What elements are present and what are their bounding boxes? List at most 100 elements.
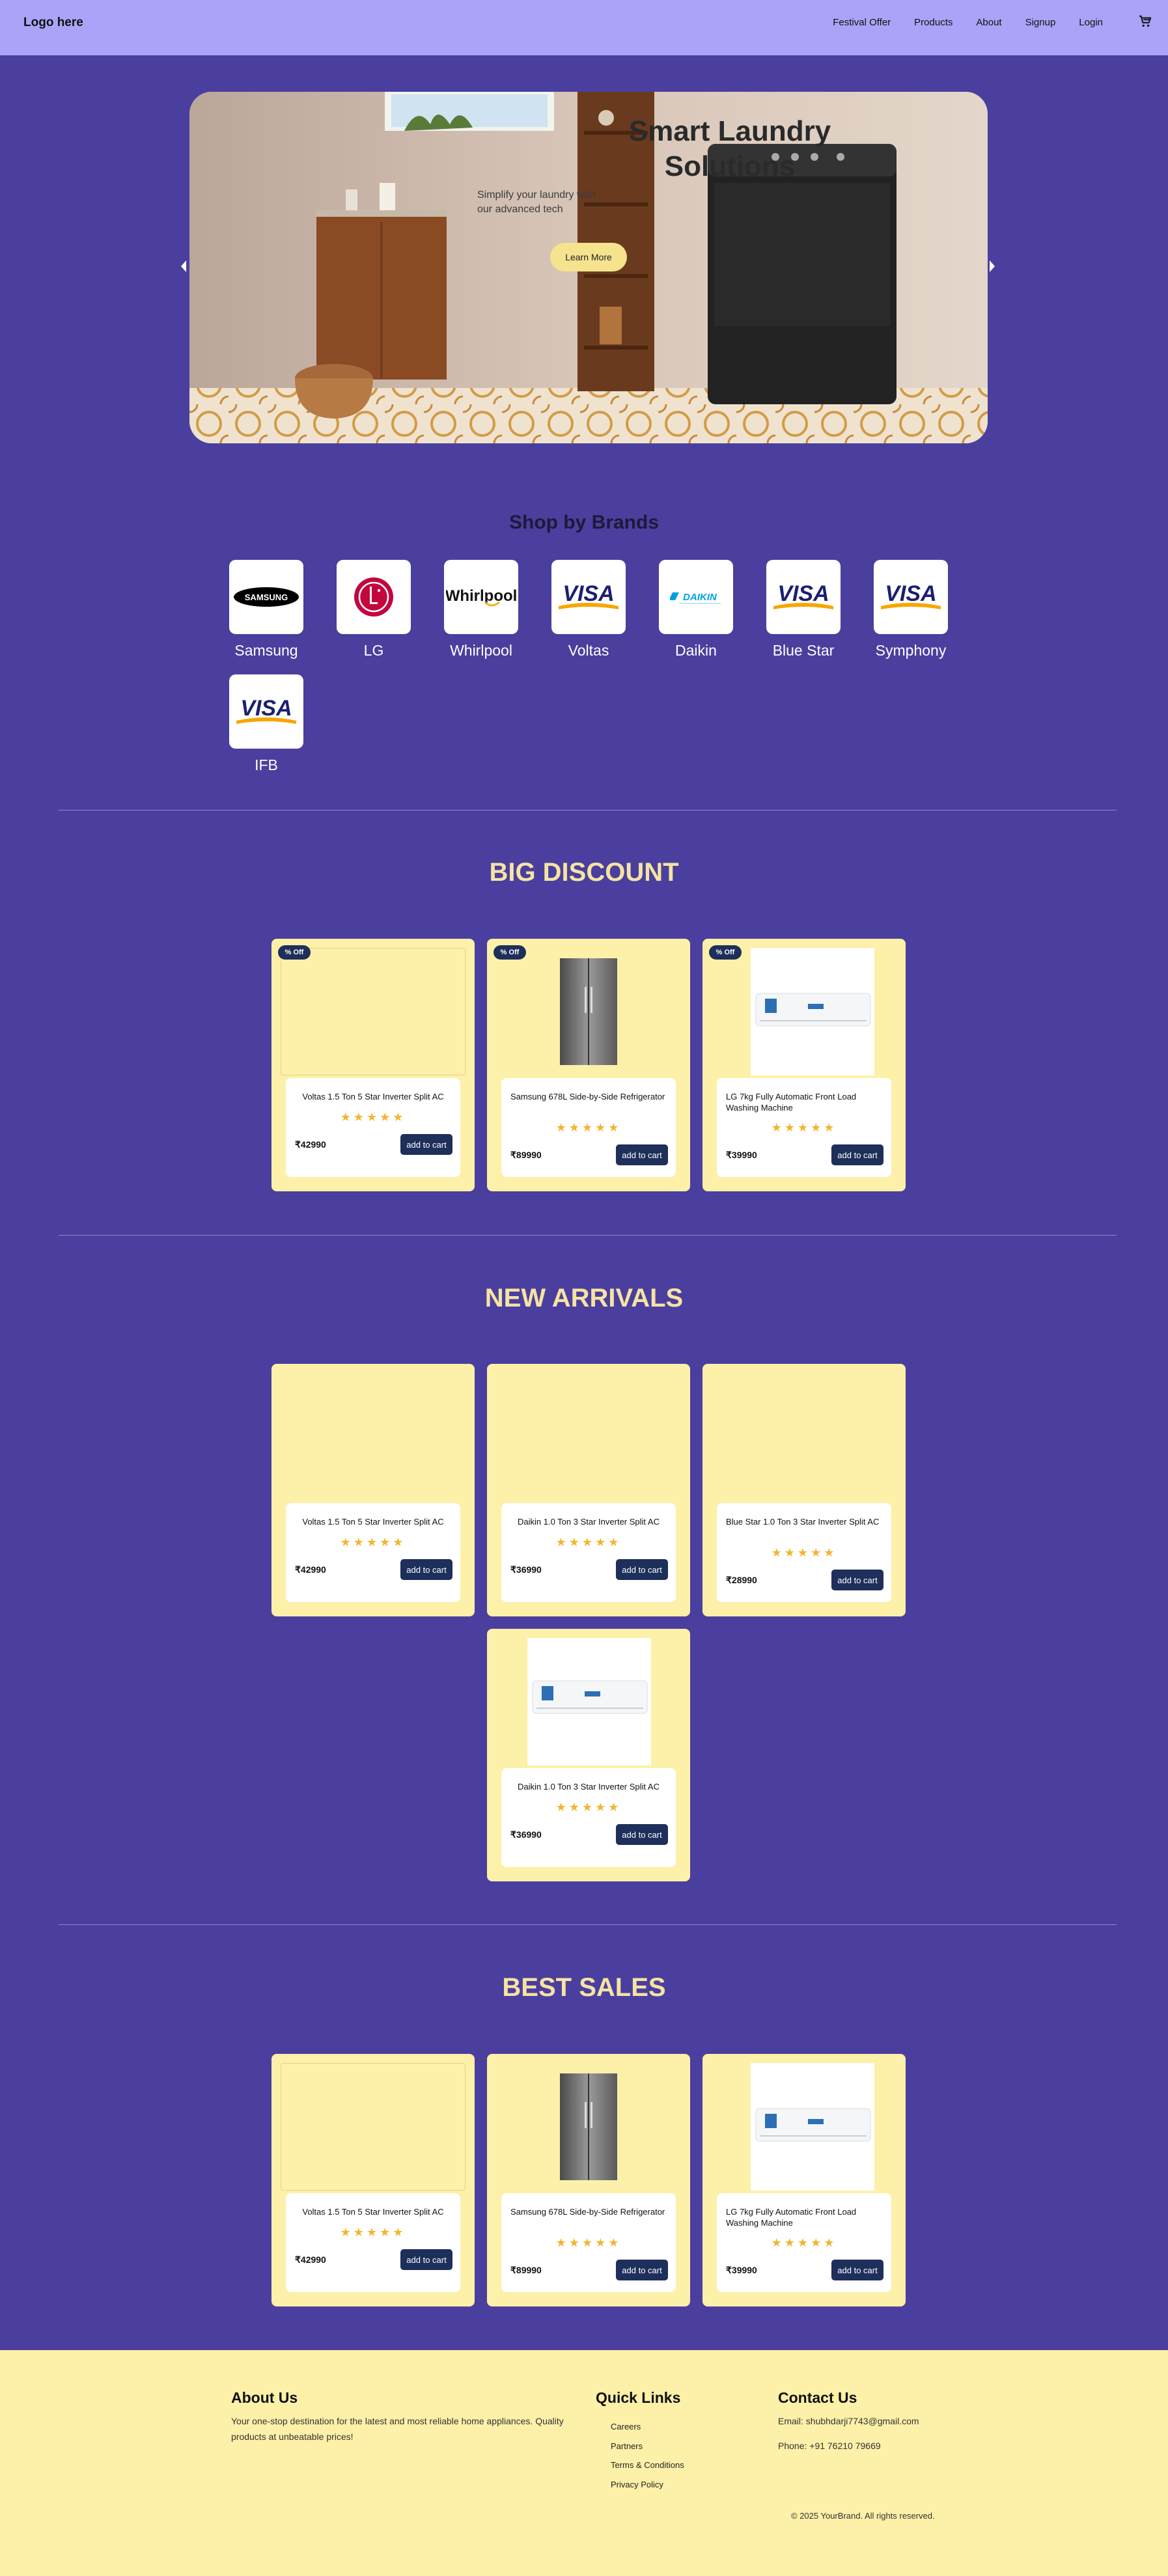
rating-stars-icon: ★★★★★ [340,1111,406,1124]
brand-logo-box: VISA [874,560,948,634]
add-to-cart-button[interactable]: add to cart [831,1144,883,1165]
contact-phone[interactable]: Phone: +91 76210 79669 [778,2438,881,2454]
product-card[interactable]: Daikin 1.0 Ton 3 Star Inverter Split AC … [487,1364,690,1616]
product-name[interactable]: Blue Star 1.0 Ton 3 Star Inverter Split … [726,1516,882,1527]
svg-text:VISA: VISA [777,581,829,606]
add-to-cart-button[interactable]: add to cart [831,1570,883,1590]
nav-about[interactable]: About [976,17,1001,28]
product-card[interactable]: % Off LG 7kg Fully Automatic Front Load … [702,939,906,1191]
air-conditioner-image [751,948,874,1075]
product-name[interactable]: Voltas 1.5 Ton 5 Star Inverter Split AC [295,1091,451,1102]
nav-signup[interactable]: Signup [1025,17,1056,28]
product-card[interactable]: Blue Star 1.0 Ton 3 Star Inverter Split … [702,1364,906,1616]
cart-icon[interactable] [1138,14,1152,29]
add-to-cart-button[interactable]: add to cart [831,2260,883,2280]
brand-ifb[interactable]: VISA IFB [229,674,303,774]
brand-logo-box: VISA [229,674,303,749]
brand-logo-box [337,560,411,634]
product-name[interactable]: Samsung 678L Side-by-Side Refrigerator [510,1091,667,1102]
add-to-cart-button[interactable]: add to cart [616,2260,668,2280]
brand-logo-box: VISA [551,560,626,634]
product-info: LG 7kg Fully Automatic Front Load Washin… [717,2193,891,2292]
quick-links-title: Quick Links [596,2389,681,2406]
footer-link-partners[interactable]: Partners [611,2441,643,2451]
brand-voltas[interactable]: VISA Voltas [551,560,626,659]
learn-more-button[interactable]: Learn More [550,243,627,271]
brand-name: LG [363,642,384,659]
svg-text:Whirlpool: Whirlpool [446,587,516,605]
product-name[interactable]: Samsung 678L Side-by-Side Refrigerator [510,2206,667,2217]
product-price: ₹42990 [295,2254,326,2265]
product-name[interactable]: Daikin 1.0 Ton 3 Star Inverter Split AC [510,1516,667,1527]
product-price: ₹28990 [726,1575,757,1585]
nav-links: Festival Offer Products About Signup Log… [809,17,1103,28]
product-info: Samsung 678L Side-by-Side Refrigerator ★… [501,2193,676,2292]
add-to-cart-button[interactable]: add to cart [616,1144,668,1165]
big-discount-title: BIG DISCOUNT [489,858,679,887]
product-image-placeholder [281,2063,466,2191]
add-to-cart-button[interactable]: add to cart [616,1559,668,1580]
brand-samsung[interactable]: SAMSUNG Samsung [229,560,303,659]
brand-name: Daikin [675,642,717,659]
product-name[interactable]: LG 7kg Fully Automatic Front Load Washin… [726,2206,882,2228]
product-card[interactable]: Voltas 1.5 Ton 5 Star Inverter Split AC … [271,1364,475,1616]
whirlpool-logo-icon: Whirlpool [446,587,516,607]
brand-name: IFB [255,756,278,773]
product-price: ₹42990 [295,1139,326,1150]
product-name[interactable]: Voltas 1.5 Ton 5 Star Inverter Split AC [295,2206,451,2217]
add-to-cart-button[interactable]: add to cart [400,1559,452,1580]
brand-blue-star[interactable]: VISA Blue Star [766,560,841,659]
rating-stars-icon: ★★★★★ [340,2226,406,2239]
visa-logo-icon: VISA [881,581,941,609]
footer-link-careers[interactable]: Careers [611,2422,641,2431]
product-card[interactable]: % Off Samsung 678L Side-by-Side Refriger… [487,939,690,1191]
footer-link-privacy[interactable]: Privacy Policy [611,2480,663,2489]
product-card[interactable]: Samsung 678L Side-by-Side Refrigerator ★… [487,2054,690,2306]
hero-subtitle: Simplify your laundry with our advanced … [477,189,596,215]
add-to-cart-button[interactable]: add to cart [400,2249,452,2270]
brand-symphony[interactable]: VISA Symphony [874,560,948,659]
product-card[interactable]: Voltas 1.5 Ton 5 Star Inverter Split AC … [271,2054,475,2306]
rating-stars-icon: ★★★★★ [771,1546,837,1559]
carousel-prev-arrow-icon[interactable] [181,260,186,272]
nav-festival-offer[interactable]: Festival Offer [833,17,891,28]
rating-stars-icon: ★★★★★ [555,1801,622,1814]
brand-logo-box: DAIKIN [659,560,733,634]
visa-logo-icon: VISA [773,581,833,609]
product-info: Blue Star 1.0 Ton 3 Star Inverter Split … [717,1503,891,1602]
product-name[interactable]: LG 7kg Fully Automatic Front Load Washin… [726,1091,882,1113]
footer-link-terms[interactable]: Terms & Conditions [611,2460,684,2470]
nav-login[interactable]: Login [1079,17,1103,28]
contact-email[interactable]: Email: shubhdarji7743@gmail.com [778,2413,919,2429]
about-us-text: Your one-stop destination for the latest… [231,2416,564,2442]
rating-stars-icon: ★★★★★ [555,1121,622,1134]
carousel-next-arrow-icon[interactable] [990,260,995,272]
rating-stars-icon: ★★★★★ [555,1536,622,1549]
best-sales-title: BEST SALES [502,1973,666,2002]
daikin-logo-icon: DAIKIN [670,592,721,604]
product-price: ₹89990 [510,2265,542,2275]
product-name[interactable]: Voltas 1.5 Ton 5 Star Inverter Split AC [295,1516,451,1527]
product-price: ₹42990 [295,1564,326,1575]
brand-daikin[interactable]: DAIKIN Daikin [659,560,733,659]
product-name[interactable]: Daikin 1.0 Ton 3 Star Inverter Split AC [510,1781,667,1792]
nav-products[interactable]: Products [914,17,952,28]
logo[interactable]: Logo here [23,16,83,30]
about-us-title: About Us [231,2389,298,2406]
product-card[interactable]: Daikin 1.0 Ton 3 Star Inverter Split AC … [487,1629,690,1881]
brand-name: Whirlpool [450,642,512,659]
visa-logo-icon: VISA [559,581,619,609]
add-to-cart-button[interactable]: add to cart [616,1824,668,1845]
product-info: Daikin 1.0 Ton 3 Star Inverter Split AC … [501,1768,676,1867]
product-price: ₹89990 [510,1150,542,1160]
brands-section-title: Shop by Brands [508,512,660,533]
brand-whirlpool[interactable]: Whirlpool Whirlpool [444,560,518,659]
brand-lg[interactable]: LG [337,560,411,659]
discount-badge: % Off [278,945,311,960]
section-divider [59,1924,1117,1925]
brand-name: Voltas [568,642,609,659]
product-card[interactable]: LG 7kg Fully Automatic Front Load Washin… [702,2054,906,2306]
rating-stars-icon: ★★★★★ [771,1121,837,1134]
product-card[interactable]: % Off Voltas 1.5 Ton 5 Star Inverter Spl… [271,939,475,1191]
add-to-cart-button[interactable]: add to cart [400,1134,452,1155]
